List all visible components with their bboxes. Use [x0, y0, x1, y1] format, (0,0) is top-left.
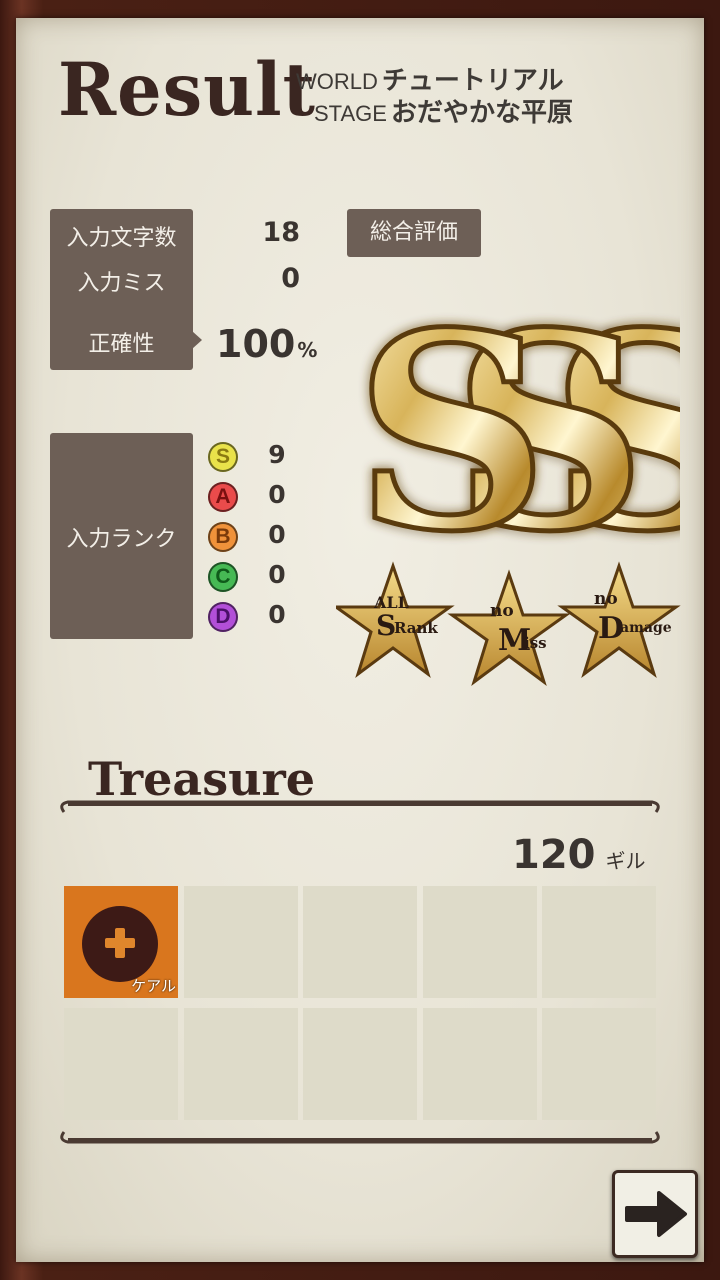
gold-amount: 120 — [512, 832, 596, 878]
grade-letter-1: S — [354, 273, 549, 562]
stage-info: STAGE おだやかな平原 — [314, 92, 573, 128]
world-info: WORLD チュートリアル — [296, 60, 564, 96]
treasure-slot-empty — [184, 886, 298, 998]
rank-d-count: 0 — [268, 600, 286, 629]
rank-b-count: 0 — [268, 520, 286, 549]
rank-s-icon: S — [208, 442, 238, 472]
accuracy-label: 正確性 — [88, 332, 155, 357]
treasure-slot-empty — [303, 1008, 417, 1120]
stage-name: おだやかな平原 — [390, 98, 573, 128]
stats-label-panel: 入力文字数 入力ミス 正確性 — [50, 209, 202, 370]
gold-reward: 120 ギル — [512, 832, 646, 878]
svg-text:no: no — [594, 589, 618, 609]
arrow-right-icon — [625, 1191, 687, 1237]
svg-text:no: no — [490, 601, 514, 621]
input-rank-label: 入力ランク — [66, 527, 177, 552]
svg-text:iss: iss — [524, 634, 547, 652]
stage-label: STAGE — [314, 101, 387, 126]
treasure-slot-empty — [542, 886, 656, 998]
treasure-slot-empty — [423, 1008, 537, 1120]
gold-unit: ギル — [605, 849, 646, 873]
treasure-title: Treasure — [88, 752, 316, 806]
achievement-badges: ALL S Rank no M iss no D amage — [331, 560, 686, 690]
treasure-slot-cure[interactable]: ケアル — [64, 886, 178, 998]
plus-icon — [82, 906, 158, 982]
treasure-bottom-divider — [60, 1131, 660, 1144]
next-button[interactable] — [612, 1170, 698, 1258]
treasure-slot-empty — [64, 1008, 178, 1120]
treasure-slot-empty — [542, 1008, 656, 1120]
svg-text:amage: amage — [620, 620, 672, 636]
item-name: ケアル — [131, 977, 176, 995]
rank-a-icon: A — [208, 482, 238, 512]
overall-rating-label: 総合評価 — [347, 209, 481, 257]
accuracy-readout: 100 % — [216, 322, 317, 366]
rank-d-icon: D — [208, 602, 238, 632]
treasure-slot-empty — [303, 886, 417, 998]
char-count-value: 18 — [262, 217, 300, 248]
input-rank-panel: 入力ランク — [50, 433, 193, 639]
svg-text:Rank: Rank — [394, 619, 438, 637]
miss-label: 入力ミス — [77, 271, 166, 296]
rank-a-count: 0 — [268, 480, 286, 509]
accuracy-value: 100 — [216, 322, 296, 366]
rank-b-icon: B — [208, 522, 238, 552]
rank-c-count: 0 — [268, 560, 286, 589]
page-title: Result — [58, 45, 316, 134]
accuracy-unit: % — [297, 338, 318, 362]
rank-c-icon: C — [208, 562, 238, 592]
treasure-slot-empty — [423, 886, 537, 998]
char-count-label: 入力文字数 — [66, 226, 177, 251]
no-miss-star-icon: no M iss — [447, 569, 571, 686]
no-damage-star-icon: no D amage — [557, 561, 681, 678]
miss-value: 0 — [281, 263, 300, 294]
treasure-slot-empty — [184, 1008, 298, 1120]
treasure-top-divider — [60, 800, 660, 813]
rank-s-count: 9 — [268, 440, 286, 469]
grade-sss-emblem: S S S — [340, 262, 720, 594]
treasure-grid: ケアル — [64, 886, 656, 1122]
all-s-rank-star-icon: ALL S Rank — [331, 561, 455, 678]
